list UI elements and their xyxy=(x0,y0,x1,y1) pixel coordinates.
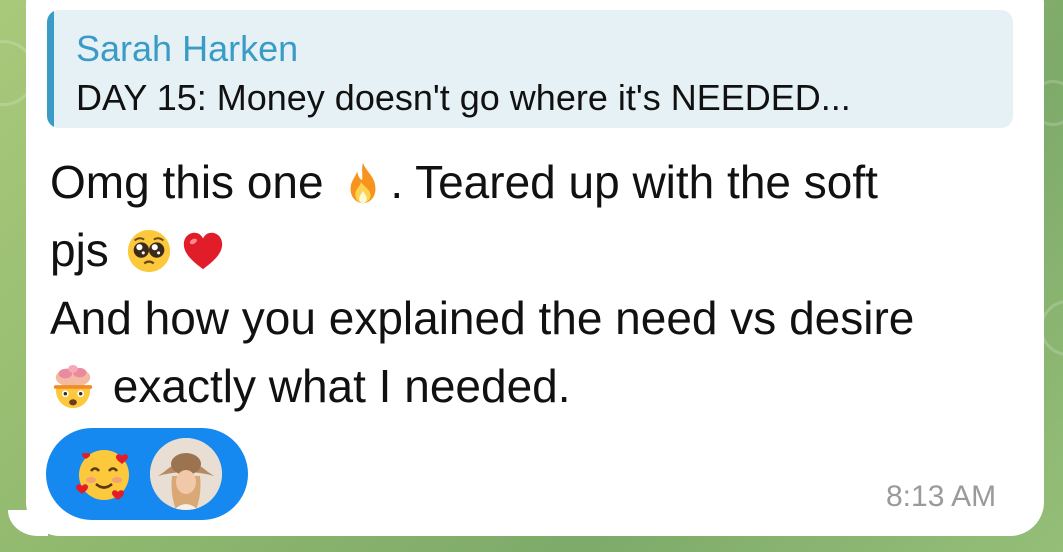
smiling-face-with-hearts-icon xyxy=(76,450,129,500)
message-text: Omg this one . Teared up with the soft p… xyxy=(50,148,1010,420)
message-line-1: Omg this one . Teared up with the soft xyxy=(50,148,1010,216)
exploding-head-icon xyxy=(53,364,93,409)
reactor-avatar[interactable] xyxy=(150,438,222,510)
reaction-pill[interactable] xyxy=(46,428,248,520)
reply-accent-bar xyxy=(47,10,54,128)
reply-author: Sarah Harken xyxy=(76,28,299,69)
message-text-segment: . Teared up with the soft xyxy=(390,156,878,208)
pleading-face-icon xyxy=(127,229,170,273)
fire-icon xyxy=(350,162,376,204)
message-line-2: pjs xyxy=(50,216,1010,284)
message-text-segment: pjs xyxy=(50,224,122,276)
reply-preview: DAY 15: Money doesn't go where it's NEED… xyxy=(76,77,851,118)
reply-quote[interactable]: Sarah Harken DAY 15: Money doesn't go wh… xyxy=(47,10,1013,128)
message-text-segment: Omg this one xyxy=(50,156,337,208)
message-text-segment: exactly what I needed. xyxy=(100,360,571,412)
red-heart-icon xyxy=(183,232,222,270)
message-line-4: exactly what I needed. xyxy=(50,352,1010,420)
message-timestamp: 8:13 AM xyxy=(886,480,997,513)
message-line-3: And how you explained the need vs desire xyxy=(50,292,915,344)
avatar-photo xyxy=(150,438,222,510)
